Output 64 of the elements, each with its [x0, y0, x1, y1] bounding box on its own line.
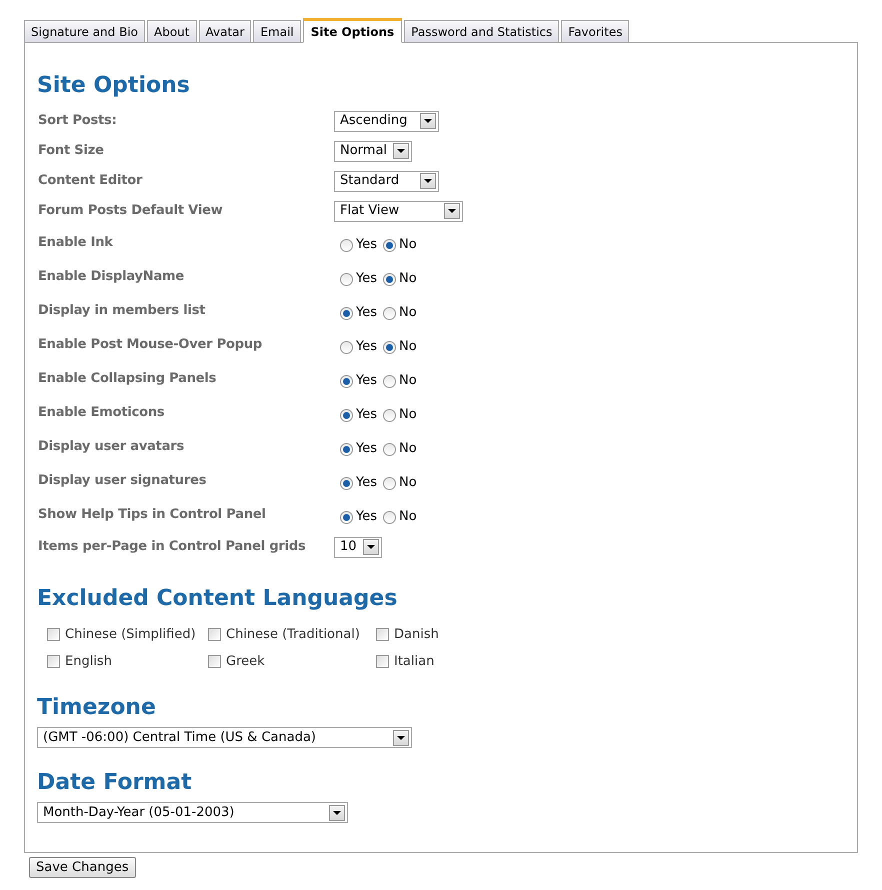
dropdown[interactable]: Month-Day-Year (05-01-2003): [37, 802, 348, 823]
section-heading: Date Format: [37, 772, 193, 794]
tab[interactable]: About: [147, 20, 196, 42]
language-checkbox[interactable]: English: [47, 652, 208, 671]
language-checkbox[interactable]: Chinese (Traditional): [208, 625, 376, 644]
language-checkbox[interactable]: Greek: [208, 652, 376, 671]
setting-label: Enable Ink: [37, 234, 114, 252]
radio-option[interactable]: No: [383, 337, 417, 357]
setting-label: Enable Collapsing Panels: [37, 370, 218, 388]
caret-icon: [393, 730, 409, 746]
radio-option[interactable]: Yes: [340, 439, 377, 459]
setting-label: Enable Post Mouse-Over Popup: [37, 336, 264, 354]
radio-option[interactable]: No: [383, 507, 417, 527]
radio-option[interactable]: Yes: [340, 269, 377, 289]
setting-label: Items per-Page in Control Panel grids: [37, 538, 307, 556]
radio-option[interactable]: Yes: [340, 303, 377, 323]
radio-option[interactable]: No: [383, 371, 417, 391]
section-heading: Timezone: [37, 697, 157, 719]
radio-option[interactable]: Yes: [340, 473, 377, 493]
caret-icon: [420, 173, 436, 189]
radio-option[interactable]: No: [383, 235, 417, 255]
setting-label: Display user signatures: [37, 472, 208, 490]
dropdown[interactable]: 10: [334, 536, 382, 558]
setting-label: Display user avatars: [37, 438, 186, 456]
caret-icon: [420, 113, 436, 129]
dropdown[interactable]: (GMT -06:00) Central Time (US & Canada): [37, 727, 412, 748]
language-checkbox[interactable]: Danish: [376, 625, 477, 644]
setting-label: Content Editor: [37, 172, 144, 190]
setting-label: Enable Emoticons: [37, 404, 166, 422]
radio-option[interactable]: No: [383, 303, 417, 323]
setting-label: Font Size: [37, 142, 105, 160]
radio-option[interactable]: Yes: [340, 371, 377, 391]
caret-icon: [363, 539, 379, 555]
dropdown[interactable]: Ascending: [334, 110, 439, 132]
caret-icon: [393, 143, 409, 159]
save-button[interactable]: Save Changes: [29, 857, 136, 878]
section-heading: Site Options: [37, 75, 191, 97]
tab[interactable]: Avatar: [198, 20, 252, 42]
section-heading: Excluded Content Languages: [37, 588, 398, 610]
dropdown[interactable]: Standard: [334, 170, 439, 192]
setting-label: Enable DisplayName: [37, 268, 186, 286]
radio-option[interactable]: Yes: [340, 507, 377, 527]
tab[interactable]: Site Options: [302, 18, 402, 43]
language-checkbox[interactable]: Italian: [376, 652, 477, 671]
tab[interactable]: Favorites: [561, 20, 630, 42]
tab[interactable]: Email: [253, 20, 301, 42]
radio-option[interactable]: No: [383, 473, 417, 493]
radio-option[interactable]: Yes: [340, 405, 377, 425]
caret-icon: [329, 804, 345, 820]
radio-option[interactable]: No: [383, 269, 417, 289]
language-checkbox[interactable]: Chinese (Simplified): [47, 625, 208, 644]
setting-label: Sort Posts:: [37, 112, 118, 130]
dropdown[interactable]: Flat View: [334, 200, 463, 222]
radio-option[interactable]: No: [383, 405, 417, 425]
setting-label: Display in members list: [37, 302, 206, 320]
caret-icon: [444, 203, 460, 219]
radio-option[interactable]: Yes: [340, 337, 377, 357]
setting-label: Show Help Tips in Control Panel: [37, 506, 267, 524]
radio-option[interactable]: No: [383, 439, 417, 459]
dropdown[interactable]: Normal: [334, 140, 412, 162]
tab[interactable]: Password and Statistics: [404, 20, 560, 42]
setting-label: Forum Posts Default View: [37, 202, 224, 220]
radio-option[interactable]: Yes: [340, 235, 377, 255]
tab[interactable]: Signature and Bio: [24, 20, 146, 42]
